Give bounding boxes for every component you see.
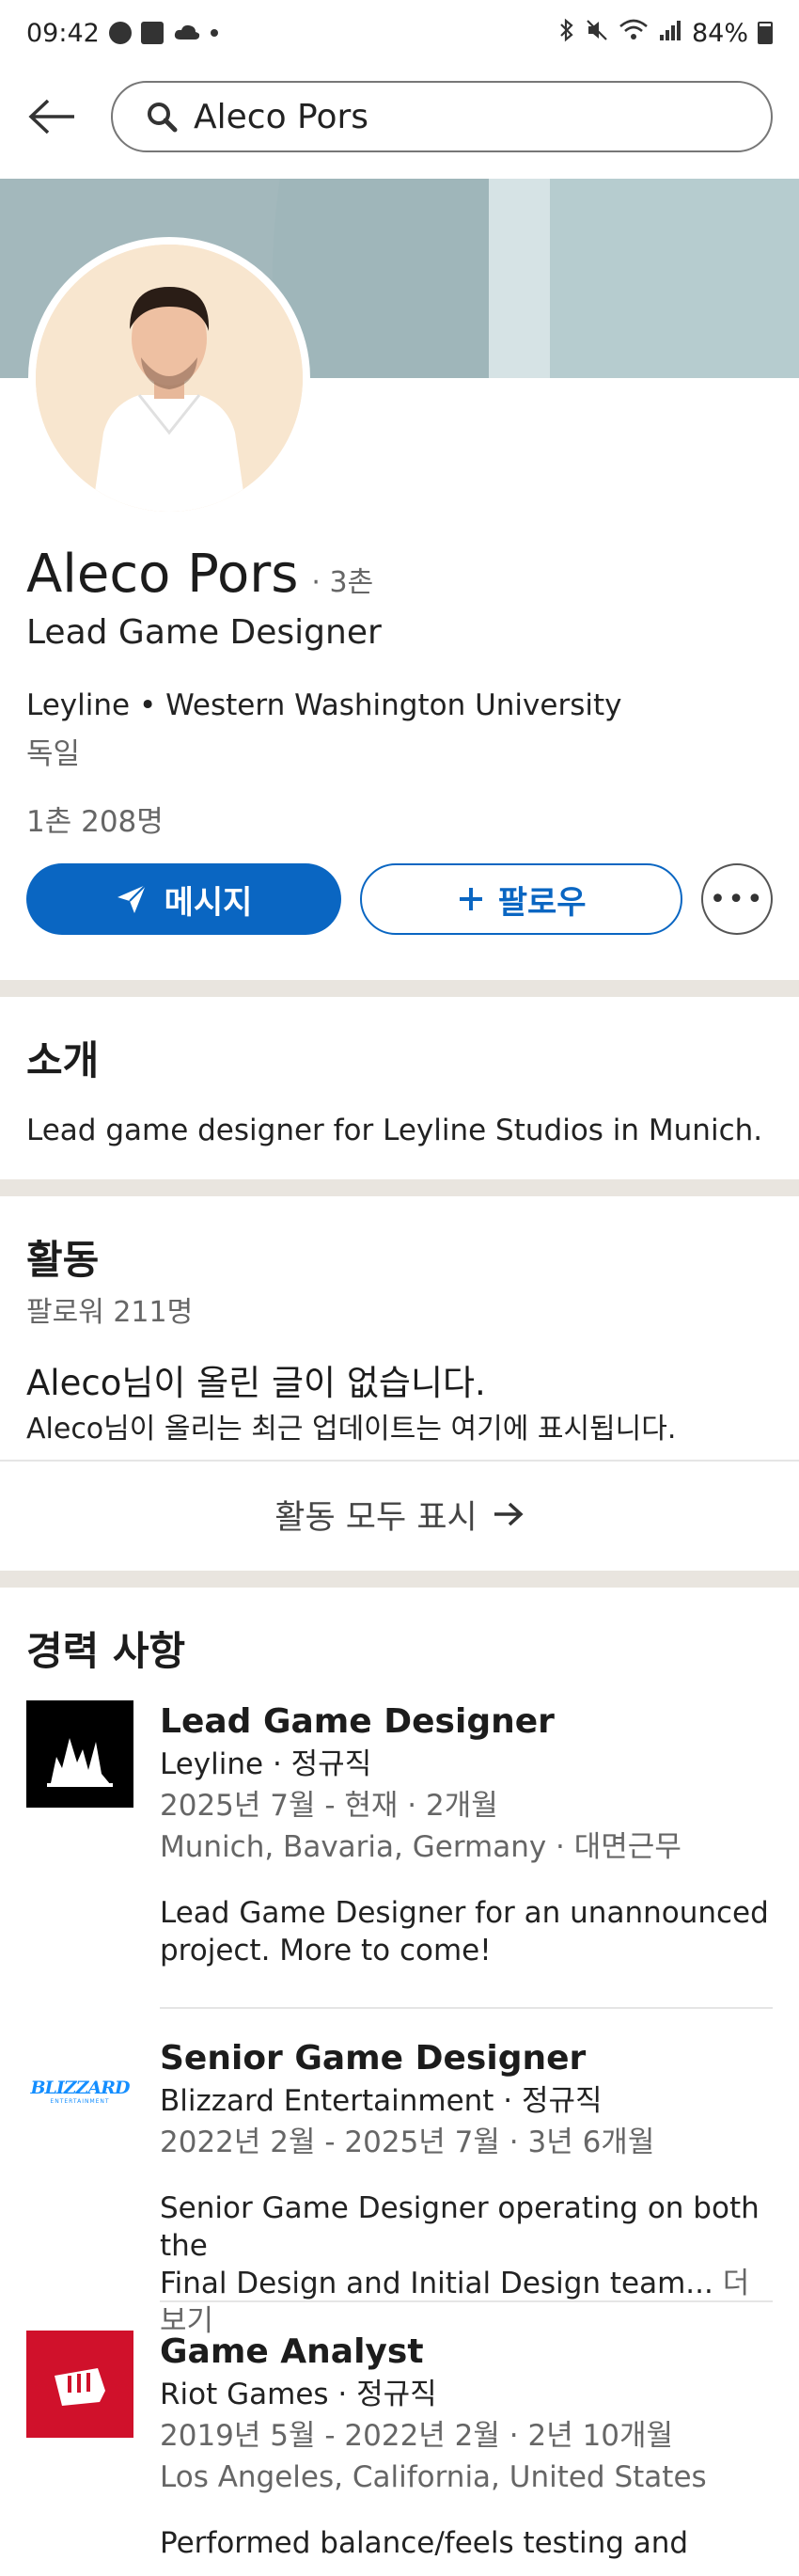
follow-button[interactable]: 팔로우 (360, 863, 683, 935)
experience-item[interactable]: BLIZZARD ENTERTAINMENT Senior Game Desig… (26, 2037, 773, 2338)
arrow-right-icon (494, 1502, 524, 1526)
experience-description-line: Senior Game Designer operating on both t… (160, 2191, 760, 2263)
experience-body: Game Analyst Riot Games · 정규직 2019년 5월 -… (160, 2331, 773, 2562)
send-icon (117, 884, 147, 913)
more-notifications-icon (210, 29, 218, 37)
followers-count: 팔로워 211명 (26, 1296, 194, 1329)
blizzard-logo: BLIZZARD ENTERTAINMENT (26, 2037, 133, 2144)
about-title: 소개 (26, 1037, 100, 1083)
experience-description: Performed balance/feels testing and (160, 2526, 689, 2560)
search-query: Aleco Pors (194, 97, 369, 136)
message-notification-icon (140, 22, 164, 44)
experience-separator (160, 2300, 773, 2302)
no-posts-heading: Aleco님이 올린 글이 없습니다. (26, 1363, 486, 1403)
status-time: 09:42 (26, 18, 100, 48)
experience-job-title: Game Analyst (160, 2332, 424, 2371)
experience-dates: 2019년 5월 - 2022년 2월 · 2년 10개월 (160, 2419, 674, 2453)
profile-avatar[interactable] (28, 237, 310, 519)
no-posts-subtext: Aleco님이 올리는 최근 업데이트는 여기에 표시됩니다. (26, 1413, 677, 1446)
profile-headline: Lead Game Designer (26, 613, 382, 652)
experience-description: Lead Game Designer for an unannounced pr… (160, 1896, 769, 1968)
section-divider (0, 1179, 799, 1196)
profile-connections[interactable]: 1촌 208명 (26, 798, 164, 840)
experience-description: Senior Game Designer operating on both t… (160, 2189, 773, 2340)
profile-photo (36, 245, 303, 512)
cloud-icon (173, 19, 201, 48)
profile-location: 독일 (26, 737, 81, 771)
status-right: 84% (558, 18, 773, 49)
status-bar: 09:42 84% (0, 0, 799, 66)
experience-description-line-text: Final Design and Initial Design team... (160, 2267, 713, 2300)
experience-job-title: Senior Game Designer (160, 2039, 587, 2078)
plus-icon (459, 888, 482, 910)
bluetooth-icon (558, 18, 575, 49)
profile-name: Aleco Pors (26, 544, 299, 605)
profile-actions: 메시지 팔로우 ••• (26, 863, 774, 935)
experience-location: Los Angeles, California, United States (160, 2460, 707, 2494)
experience-dates: 2022년 2월 - 2025년 7월 · 3년 6개월 (160, 2126, 655, 2159)
show-all-activity-label: 활동 모두 표시 (274, 1498, 478, 1537)
arrow-left-icon (28, 99, 74, 134)
connection-degree: · 3촌 (311, 566, 374, 599)
talk-notification-icon (108, 22, 132, 44)
search-icon (148, 103, 178, 133)
wifi-icon (619, 18, 649, 49)
experience-company: Riot Games · 정규직 (160, 2378, 437, 2411)
riot-games-logo (26, 2331, 133, 2438)
leyline-logo (26, 1700, 133, 1808)
experience-body: Senior Game Designer Blizzard Entertainm… (160, 2037, 773, 2340)
message-button-label: 메시지 (164, 883, 253, 922)
experience-item[interactable]: Game Analyst Riot Games · 정규직 2019년 5월 -… (26, 2331, 773, 2576)
section-divider (0, 1571, 799, 1588)
experience-job-title: Lead Game Designer (160, 1702, 555, 1741)
follow-button-label: 팔로우 (497, 883, 587, 922)
back-button[interactable] (26, 91, 77, 142)
mute-icon (585, 18, 609, 49)
more-dots-icon: ••• (709, 882, 765, 916)
activity-title: 활동 (26, 1237, 100, 1283)
experience-body: Lead Game Designer Leyline · 정규직 2025년 7… (160, 1700, 773, 1969)
experience-item[interactable]: Lead Game Designer Leyline · 정규직 2025년 7… (26, 1700, 773, 1983)
experience-company: Leyline · 정규직 (160, 1747, 372, 1781)
more-options-button[interactable]: ••• (701, 863, 774, 935)
top-bar: Aleco Pors (0, 73, 799, 160)
experience-location: Munich, Bavaria, Germany · 대면근무 (160, 1830, 682, 1864)
blizzard-logo-subtext: ENTERTAINMENT (50, 2097, 110, 2105)
status-left: 09:42 (26, 19, 218, 48)
profile-org-line[interactable]: Leyline • Western Washington University (26, 688, 621, 722)
battery-icon (758, 22, 773, 44)
battery-level: 84% (691, 18, 748, 48)
show-all-activity-button[interactable]: 활동 모두 표시 (0, 1467, 799, 1561)
experience-title: 경력 사항 (26, 1628, 186, 1674)
experience-dates: 2025년 7월 - 현재 · 2개월 (160, 1789, 498, 1823)
blizzard-logo-text: BLIZZARD (30, 2077, 130, 2098)
message-button[interactable]: 메시지 (26, 863, 342, 935)
profile-name-row: Aleco Pors · 3촌 (26, 544, 373, 605)
experience-description-line: Final Design and Initial Design team... … (160, 2265, 773, 2340)
about-text: Lead game designer for Leyline Studios i… (26, 1114, 763, 1147)
search-input[interactable]: Aleco Pors (111, 81, 773, 152)
experience-separator (160, 2007, 773, 2009)
section-divider (0, 980, 799, 997)
signal-icon (658, 18, 682, 49)
activity-separator (0, 1460, 799, 1462)
experience-company: Blizzard Entertainment · 정규직 (160, 2084, 603, 2118)
